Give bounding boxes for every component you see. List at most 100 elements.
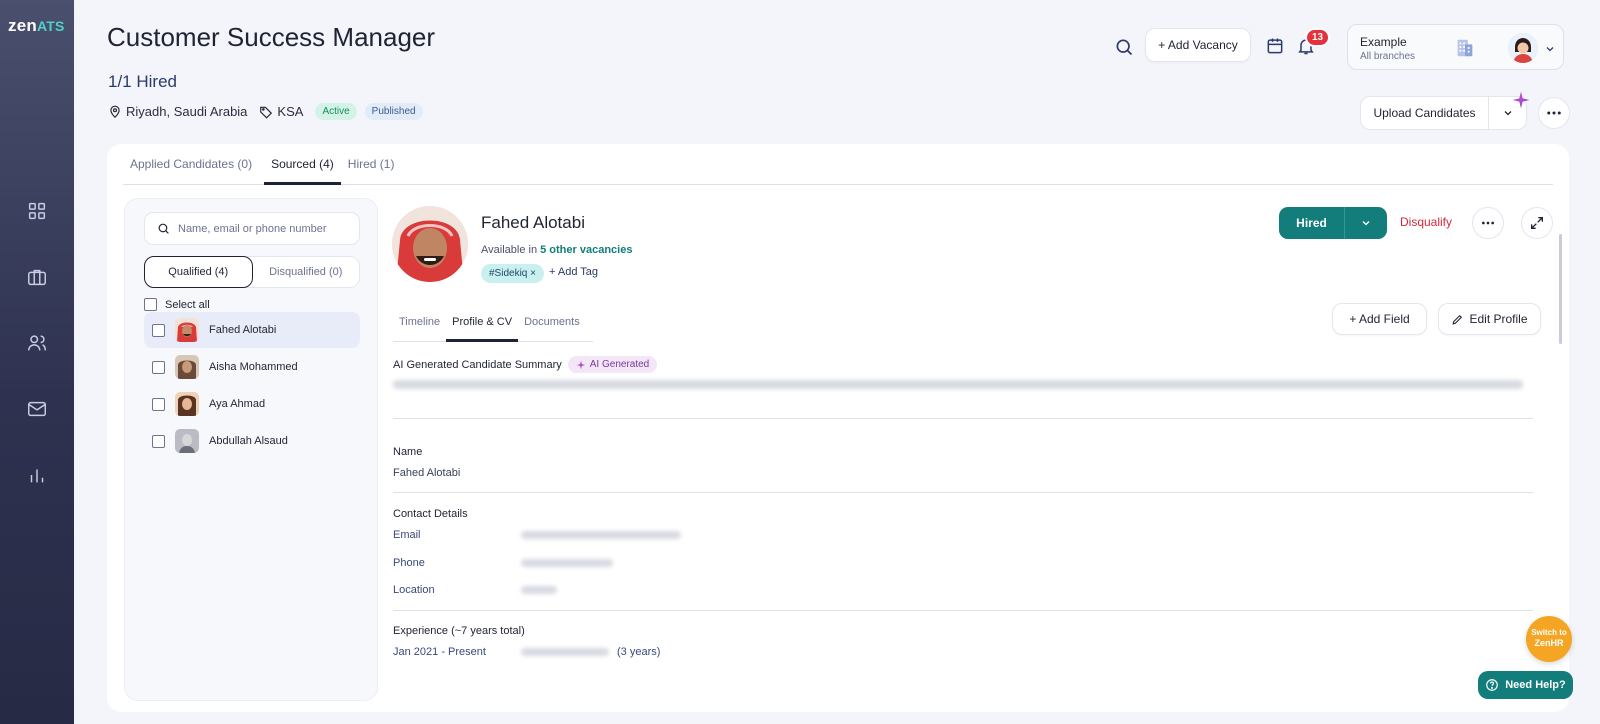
notification-count-badge: 13 <box>1305 28 1331 47</box>
phone-label: Phone <box>393 557 425 569</box>
stage-dropdown[interactable] <box>1345 207 1387 239</box>
availability: Available in 5 other vacancies <box>481 244 632 256</box>
tag-text: KSA <box>277 104 304 119</box>
more-horizontal-icon <box>1482 221 1494 225</box>
select-all[interactable]: Select all <box>144 298 210 311</box>
search-icon <box>158 223 169 234</box>
add-field-button[interactable]: + Add Field <box>1332 303 1427 335</box>
experience-section-title: Experience (~7 years total) <box>393 625 525 637</box>
avatar <box>175 318 199 342</box>
ai-summary-header: AI Generated Candidate Summary AI Genera… <box>393 356 658 373</box>
chevron-down-icon <box>1544 42 1556 54</box>
select-all-checkbox[interactable] <box>144 298 157 311</box>
tab-applied[interactable]: Applied Candidates (0) <box>123 144 259 185</box>
candidate-name: Fahed Alotabi <box>209 324 277 336</box>
vacancy-card: Applied Candidates (0) Sourced (4) Hired… <box>107 144 1569 712</box>
hired-stage-button[interactable]: Hired <box>1279 207 1345 239</box>
help-icon <box>1486 679 1499 691</box>
list-item[interactable]: Fahed Alotabi <box>144 312 360 348</box>
location-meta: Riyadh, Saudi Arabia <box>108 104 247 119</box>
sparkle-icon <box>1511 90 1531 110</box>
email-redacted <box>521 531 681 539</box>
divider <box>393 418 1533 419</box>
experience-period: Jan 2021 - Present <box>393 646 486 658</box>
name-section-title: Name <box>393 446 423 458</box>
tab-sourced[interactable]: Sourced (4) <box>264 144 341 185</box>
branch-sub: All branches <box>1360 51 1416 62</box>
candidate-checkbox[interactable] <box>152 360 165 374</box>
upload-candidates-group: Upload Candidates <box>1360 96 1527 130</box>
select-all-label: Select all <box>165 298 210 311</box>
logo-main-text: zen <box>8 16 37 35</box>
expand-button[interactable] <box>1521 207 1553 239</box>
other-vacancies-link[interactable]: 5 other vacancies <box>540 244 632 256</box>
avatar <box>175 429 199 453</box>
hired-count: 1/1 Hired <box>108 72 177 91</box>
avatar <box>175 355 199 379</box>
list-item[interactable]: Aisha Mohammed <box>144 349 360 385</box>
candidate-full-name: Fahed Alotabi <box>481 213 585 232</box>
switch-to-zenhr-button[interactable]: Switch to ZenHR <box>1526 616 1572 662</box>
list-item[interactable]: Aya Ahmad <box>144 386 360 422</box>
tag-meta: KSA <box>259 104 303 119</box>
candidate-search <box>144 212 360 245</box>
users-icon[interactable] <box>26 332 48 354</box>
location-text: Riyadh, Saudi Arabia <box>126 104 248 119</box>
experience-years: (3 years) <box>617 646 661 658</box>
location-redacted <box>521 586 557 594</box>
profile-more-button[interactable] <box>1472 207 1504 239</box>
briefcase-icon[interactable] <box>26 266 48 288</box>
tab-hired[interactable]: Hired (1) <box>341 144 402 185</box>
bar-chart-icon[interactable] <box>26 464 48 486</box>
status-badge: Active <box>315 103 357 120</box>
pencil-icon <box>1452 314 1463 325</box>
profile-tabs: Timeline Profile & CV Documents <box>393 306 593 342</box>
upload-candidates-button[interactable]: Upload Candidates <box>1361 97 1488 129</box>
candidate-checkbox[interactable] <box>152 434 165 448</box>
publish-badge: Published <box>364 103 423 120</box>
more-options-button[interactable] <box>1538 97 1570 129</box>
need-help-button[interactable]: Need Help? <box>1478 671 1573 699</box>
divider <box>393 492 1533 493</box>
tag-chip[interactable]: #Sidekiq × <box>481 264 544 283</box>
logo-accent-text: ATS <box>36 18 65 34</box>
edit-profile-button[interactable]: Edit Profile <box>1438 303 1541 335</box>
branch-name: Example <box>1360 35 1407 49</box>
profile-scrollbar[interactable] <box>1559 234 1562 344</box>
candidate-checkbox[interactable] <box>152 323 165 337</box>
edit-profile-label: Edit Profile <box>1469 312 1528 326</box>
calendar-icon[interactable] <box>1265 36 1285 56</box>
page-title: Customer Success Manager <box>107 22 436 52</box>
mail-icon[interactable] <box>26 398 48 420</box>
branch-switcher[interactable]: Example All branches <box>1347 24 1564 70</box>
tag-icon <box>260 106 273 119</box>
disqualified-filter-button[interactable]: Disqualified (0) <box>253 257 360 287</box>
ai-summary-title: AI Generated Candidate Summary <box>393 358 562 371</box>
candidate-checkbox[interactable] <box>152 397 165 411</box>
qualified-filter-button[interactable]: Qualified (4) <box>144 256 253 288</box>
tab-profile-cv[interactable]: Profile & CV <box>446 306 519 342</box>
sidebar: zenATS <box>0 0 74 724</box>
location-pin-icon <box>110 105 120 118</box>
candidate-name: Aya Ahmad <box>209 398 266 410</box>
search-icon[interactable] <box>1114 37 1134 57</box>
ai-generated-badge: AI Generated <box>567 356 658 373</box>
zenats-logo[interactable]: zenATS <box>8 16 65 36</box>
candidate-search-input[interactable] <box>178 222 348 235</box>
add-vacancy-button[interactable]: + Add Vacancy <box>1145 28 1251 62</box>
experience-title-redacted <box>521 648 609 656</box>
tab-documents[interactable]: Documents <box>518 306 586 342</box>
user-avatar[interactable] <box>1508 33 1538 63</box>
list-item[interactable]: Abdullah Alsaud <box>144 423 360 459</box>
disqualify-button[interactable]: Disqualify <box>1400 215 1452 229</box>
switch-line2: ZenHR <box>1534 638 1564 649</box>
phone-redacted <box>521 559 613 567</box>
dashboard-grid-icon[interactable] <box>26 200 48 222</box>
add-tag-button[interactable]: + Add Tag <box>549 266 598 278</box>
candidate-name: Abdullah Alsaud <box>209 435 288 447</box>
candidate-name: Aisha Mohammed <box>209 361 298 373</box>
stage-button: Hired <box>1279 207 1387 239</box>
tab-timeline[interactable]: Timeline <box>393 306 446 342</box>
building-icon <box>1454 37 1476 59</box>
availability-prefix: Available in <box>481 244 538 256</box>
